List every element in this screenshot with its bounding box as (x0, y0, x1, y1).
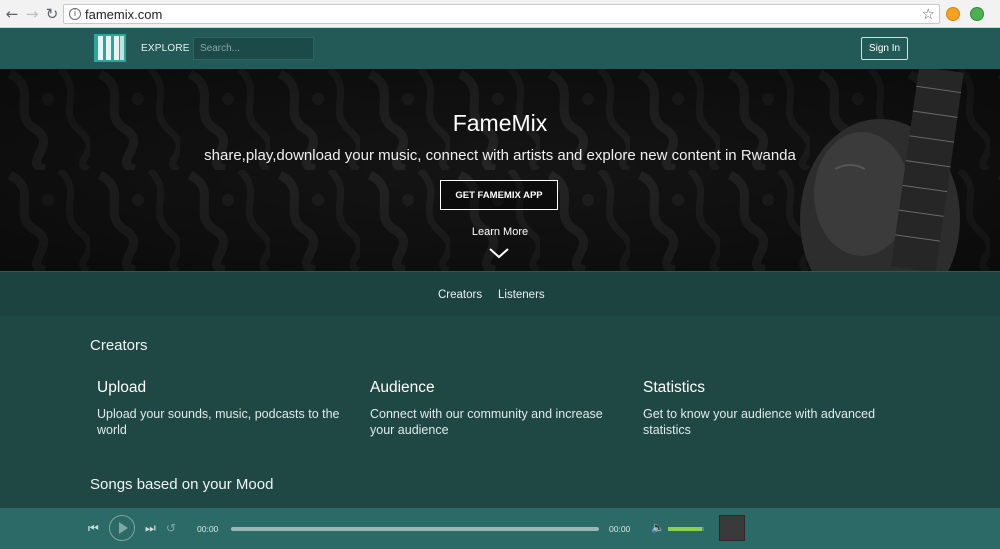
info-icon[interactable]: i (69, 8, 81, 20)
learn-more-link[interactable]: Learn More (0, 226, 1000, 238)
feature-desc-upload: Upload your sounds, music, podcasts to t… (97, 407, 340, 437)
skip-next-icon[interactable]: ⏭ (145, 521, 156, 536)
sign-in-button[interactable]: Sign In (861, 37, 908, 60)
chevron-down-icon[interactable] (487, 246, 511, 260)
url-text[interactable]: famemix.com (85, 7, 162, 22)
reload-icon[interactable]: ↻ (43, 5, 61, 23)
play-icon (119, 522, 128, 534)
get-app-button[interactable]: GET FAMEMIX APP (440, 180, 558, 210)
feature-desc-statistics: Get to know your audience with advanced … (643, 407, 876, 437)
section-title: Creators (90, 337, 148, 354)
hero-subtitle: share,play,download your music, connect … (204, 147, 796, 164)
browser-toolbar: ← → ↻ i famemix.com ☆ (0, 0, 1000, 28)
tab-creators[interactable]: Creators (438, 289, 482, 301)
explore-link[interactable]: EXPLORE (141, 43, 190, 54)
star-icon[interactable]: ☆ (922, 5, 935, 23)
extension-icon[interactable] (970, 7, 984, 21)
album-art-thumbnail (719, 515, 745, 541)
duration-time: 00:00 (609, 524, 631, 534)
feature-title-audience: Audience (370, 379, 435, 396)
site-header: EXPLORE Sign In (0, 28, 1000, 69)
back-arrow-icon[interactable]: ← (3, 5, 21, 23)
search-input[interactable] (193, 37, 314, 60)
feature-desc-audience: Connect with our community and increase … (370, 407, 603, 437)
logo-piano-key (120, 36, 124, 60)
logo-piano-key (106, 36, 111, 60)
play-button[interactable] (109, 515, 135, 541)
feature-title-upload: Upload (97, 379, 147, 396)
progress-bar[interactable] (231, 527, 599, 531)
volume-slider[interactable] (668, 527, 704, 531)
feature-title-statistics: Statistics (643, 379, 706, 396)
skip-previous-icon[interactable]: ⏮ (88, 521, 99, 536)
extension-icon[interactable] (946, 7, 960, 21)
current-time: 00:00 (197, 524, 219, 534)
repeat-icon[interactable]: ↺ (166, 521, 176, 535)
tab-listeners[interactable]: Listeners (498, 289, 545, 301)
creators-section: Creators Upload Upload your sounds, musi… (0, 316, 1000, 508)
volume-icon[interactable]: 🔈 (651, 521, 665, 534)
mood-section-title: Songs based on your Mood (90, 476, 274, 493)
famemix-logo[interactable] (94, 34, 126, 62)
section-tabs: Creators Listeners (0, 271, 1000, 316)
hero-title: FameMix (452, 110, 548, 136)
hero-banner: FameMix share,play,download your music, … (0, 69, 1000, 271)
logo-piano-key (114, 36, 119, 60)
hero-background-image (0, 69, 1000, 271)
address-bar[interactable]: i famemix.com ☆ (63, 4, 940, 24)
forward-arrow-icon[interactable]: → (23, 5, 41, 23)
volume-level (668, 527, 703, 531)
logo-piano-key (98, 36, 103, 60)
audio-player: ⏮ ⏭ ↺ 00:00 00:00 🔈 (0, 508, 1000, 549)
